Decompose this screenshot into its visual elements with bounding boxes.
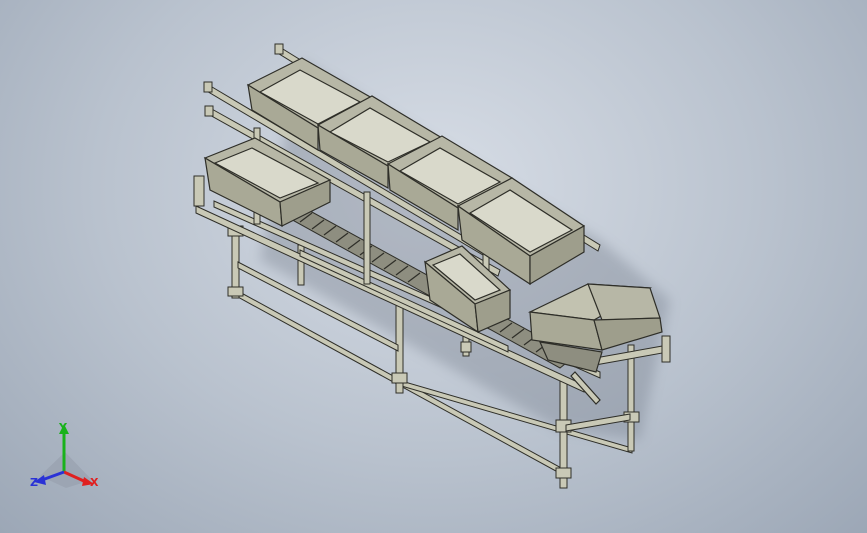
cad-viewport[interactable]: Y X Z xyxy=(0,0,867,533)
z-axis-label: Z xyxy=(30,476,38,489)
axis-triad[interactable] xyxy=(20,410,140,520)
frame-leg xyxy=(627,344,635,452)
y-axis-label: Y xyxy=(59,421,67,434)
x-axis-label: X xyxy=(90,476,99,489)
